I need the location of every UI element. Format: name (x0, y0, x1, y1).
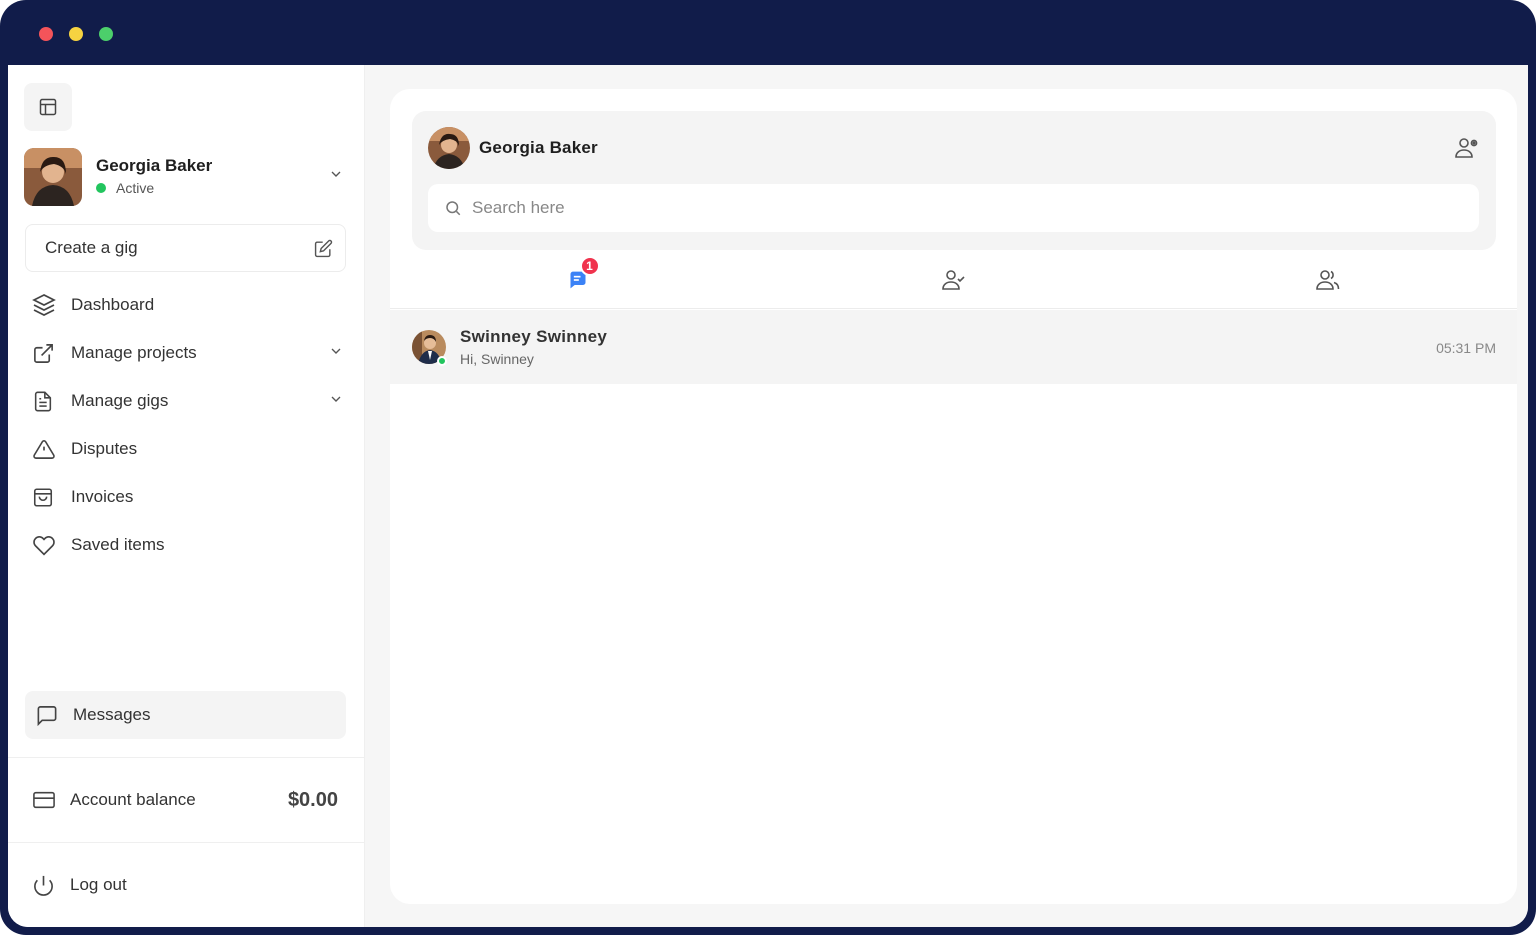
sidebar: Georgia Baker Active Create a gig Dashbo… (8, 65, 365, 927)
sidebar-item-invoices[interactable]: Invoices (32, 473, 344, 521)
heart-icon (33, 535, 55, 555)
sidebar-item-label: Disputes (71, 439, 138, 458)
power-icon (34, 875, 53, 896)
chat-user-name: Georgia Baker (479, 138, 598, 157)
chevron-down-icon (328, 343, 344, 364)
conversation-preview: Hi, Swinney (460, 351, 534, 367)
credit-card-icon (33, 791, 55, 809)
message-square-icon (37, 705, 57, 726)
status-label: Active (116, 180, 155, 196)
sidebar-item-label: Saved items (71, 535, 165, 554)
sidebar-item-label: Manage gigs (71, 391, 169, 410)
conversation-time: 05:31 PM (1436, 340, 1496, 356)
divider (8, 757, 365, 758)
account-balance-label: Account balance (70, 790, 196, 809)
main-content: Georgia Baker 1 (365, 65, 1528, 927)
tab-chats[interactable]: 1 (390, 251, 765, 309)
sidebar-item-label: Dashboard (71, 295, 155, 314)
create-gig-button[interactable]: Create a gig (25, 224, 346, 272)
sidebar-item-label: Messages (73, 705, 151, 724)
sidebar-item-saved-items[interactable]: Saved items (32, 521, 344, 569)
avatar (24, 148, 82, 206)
user-status: Active (96, 180, 154, 196)
account-balance-value: $0.00 (287, 788, 338, 811)
layout-icon (39, 98, 57, 116)
chevron-down-icon[interactable] (328, 166, 344, 187)
divider (8, 842, 365, 843)
chat-panel: Georgia Baker 1 (390, 89, 1517, 904)
unread-badge: 1 (579, 256, 600, 276)
tab-contacts[interactable] (765, 251, 1140, 309)
app-frame: Georgia Baker Active Create a gig Dashbo… (0, 0, 1536, 935)
sidebar-item-disputes[interactable]: Disputes (32, 425, 344, 473)
user-profile[interactable]: Georgia Baker Active (24, 148, 344, 208)
online-indicator (437, 356, 447, 366)
sidebar-item-label: Manage projects (71, 343, 197, 362)
sidebar-item-manage-projects[interactable]: Manage projects (32, 329, 344, 377)
toggle-sidebar-button[interactable] (24, 83, 72, 131)
close-window-button[interactable] (39, 27, 53, 41)
user-check-icon (941, 270, 965, 290)
search-input[interactable] (472, 198, 1372, 218)
document-icon (34, 391, 52, 411)
status-dot (96, 183, 106, 193)
edit-icon (314, 239, 333, 257)
chevron-down-icon (328, 391, 344, 412)
logout-button[interactable]: Log out (32, 863, 127, 907)
conversation-item[interactable]: Swinney Swinney Hi, Swinney 05:31 PM (390, 310, 1517, 384)
sidebar-nav: Dashboard Manage projects Manage gigs Di… (32, 281, 344, 569)
minimize-window-button[interactable] (69, 27, 83, 41)
user-settings-icon[interactable] (1454, 135, 1480, 166)
chat-tabs: 1 (390, 251, 1517, 309)
layers-icon (32, 294, 56, 316)
sidebar-item-label: Invoices (71, 487, 134, 506)
conversation-name: Swinney Swinney (460, 327, 608, 346)
account-balance[interactable]: Account balance $0.00 (32, 778, 338, 822)
external-link-icon (34, 343, 53, 363)
user-name: Georgia Baker (96, 156, 213, 175)
users-icon (1315, 270, 1339, 290)
create-gig-label: Create a gig (45, 238, 138, 257)
app-window: Georgia Baker Active Create a gig Dashbo… (8, 65, 1528, 927)
bag-icon (33, 487, 53, 507)
sidebar-item-dashboard[interactable]: Dashboard (32, 281, 344, 329)
chat-header: Georgia Baker (412, 111, 1496, 250)
logout-label: Log out (70, 875, 127, 894)
avatar[interactable] (428, 127, 470, 169)
search-bar (428, 184, 1479, 232)
maximize-window-button[interactable] (99, 27, 113, 41)
warning-icon (33, 439, 55, 459)
search-icon (446, 201, 461, 216)
sidebar-item-messages[interactable]: Messages (25, 691, 346, 739)
tab-groups[interactable] (1140, 251, 1515, 309)
sidebar-item-manage-gigs[interactable]: Manage gigs (32, 377, 344, 425)
